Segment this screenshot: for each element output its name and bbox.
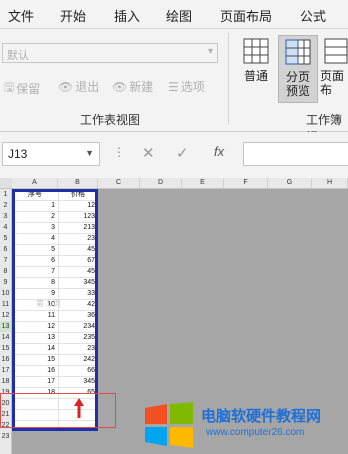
grid-icon (243, 38, 269, 64)
row-header[interactable]: 9 (0, 277, 11, 288)
normal-view-button[interactable]: 普通 (236, 35, 276, 103)
row-header[interactable]: 13 (0, 321, 11, 332)
formula-bar: J13 ▼ ⋮ ✕ ✓ fx (0, 132, 348, 178)
menu-home[interactable]: 开始 (60, 6, 86, 25)
options-button[interactable]: ☰ 选项 (168, 78, 205, 95)
row-header[interactable]: 10 (0, 288, 11, 299)
row-header[interactable]: 6 (0, 244, 11, 255)
page-break-label-2: 预览 (285, 84, 310, 98)
row-header[interactable]: 2 (0, 200, 11, 211)
group-sheet-view-label: 工作表视图 (80, 113, 141, 127)
page-number-watermark: 第 1 页 (36, 299, 61, 308)
name-box[interactable]: J13 ▼ (2, 142, 100, 166)
menu-formulas[interactable]: 公式 (300, 6, 326, 25)
menu-bar: 文件 开始 插入 绘图 页面布局 公式 (0, 0, 348, 29)
new-label: 新建 (129, 80, 154, 94)
page-layout-view-button[interactable]: 页面布 (320, 35, 348, 103)
formula-input[interactable] (243, 142, 348, 166)
select-all-corner[interactable] (0, 178, 12, 188)
vertical-dots-icon: ⋮ (113, 145, 125, 159)
save-icon: 🖫 (4, 80, 15, 94)
insert-function-icon[interactable]: fx (214, 144, 224, 159)
list-icon: ☰ (168, 79, 179, 94)
row-header[interactable]: 12 (0, 310, 11, 321)
row-header[interactable]: 23 (0, 431, 11, 442)
eye-icon: 👁 (58, 79, 74, 94)
menu-draw[interactable]: 绘图 (166, 6, 192, 25)
page-layout-icon (324, 38, 348, 64)
row-header[interactable]: 1 (0, 189, 11, 200)
brand-name: 电脑软硬件教程网 (201, 408, 322, 425)
row-header[interactable]: 11 (0, 299, 11, 310)
col-header-f[interactable]: F (224, 178, 268, 188)
eye-plus-icon: 👁 (112, 79, 128, 94)
page-break-label-1: 分页 (285, 70, 310, 84)
page-layout-label: 页面布 (320, 69, 345, 97)
normal-view-label: 普通 (243, 69, 268, 83)
page-break-icon (285, 39, 311, 65)
sheet-view-combo[interactable]: 默认 ▾ (2, 43, 218, 63)
check-icon[interactable]: ✓ (176, 144, 189, 162)
menu-insert[interactable]: 插入 (114, 6, 140, 25)
row-header[interactable]: 8 (0, 266, 11, 277)
brand-url: www.computer26.com (206, 427, 305, 438)
arrow-up-icon (74, 398, 84, 418)
row-header[interactable]: 17 (0, 365, 11, 376)
column-header-row: A B C D E F G H (0, 178, 348, 189)
row-header[interactable]: 16 (0, 354, 11, 365)
col-header-g[interactable]: G (268, 178, 312, 188)
windows-logo-icon (145, 402, 193, 448)
ribbon-divider (228, 33, 229, 125)
options-label: 选项 (180, 80, 205, 94)
col-header-a[interactable]: A (12, 178, 58, 188)
ribbon: 默认 ▾ 🖫 保留 👁 退出 👁 新建 ☰ 选项 工作表视图 普通 分页 预览 … (0, 29, 348, 144)
keep-button[interactable]: 🖫 保留 (4, 78, 40, 99)
row-header[interactable]: 4 (0, 222, 11, 233)
menu-page-layout[interactable]: 页面布局 (220, 6, 272, 25)
menu-file[interactable]: 文件 (8, 6, 34, 25)
chevron-down-icon: ▾ (207, 46, 213, 57)
page-break-preview-button[interactable]: 分页 预览 (278, 35, 318, 103)
row-header[interactable]: 7 (0, 255, 11, 266)
row-header[interactable]: 14 (0, 332, 11, 343)
col-header-c[interactable]: C (98, 178, 140, 188)
annotation-highlight-box (0, 393, 116, 428)
row-header[interactable]: 15 (0, 343, 11, 354)
keep-label: 保留 (16, 82, 41, 96)
sheet-view-combo-value: 默认 (7, 50, 29, 62)
col-header-d[interactable]: D (140, 178, 182, 188)
exit-button[interactable]: 👁 退出 (58, 78, 99, 95)
col-header-e[interactable]: E (182, 178, 224, 188)
col-header-b[interactable]: B (58, 178, 98, 188)
chevron-down-icon: ▼ (85, 148, 94, 158)
col-header-h[interactable]: H (312, 178, 348, 188)
new-button[interactable]: 👁 新建 (112, 78, 153, 95)
cancel-icon[interactable]: ✕ (142, 144, 155, 162)
row-header[interactable]: 3 (0, 211, 11, 222)
name-box-value: J13 (8, 147, 28, 161)
exit-label: 退出 (75, 80, 100, 94)
row-header[interactable]: 5 (0, 233, 11, 244)
row-header[interactable]: 18 (0, 376, 11, 387)
